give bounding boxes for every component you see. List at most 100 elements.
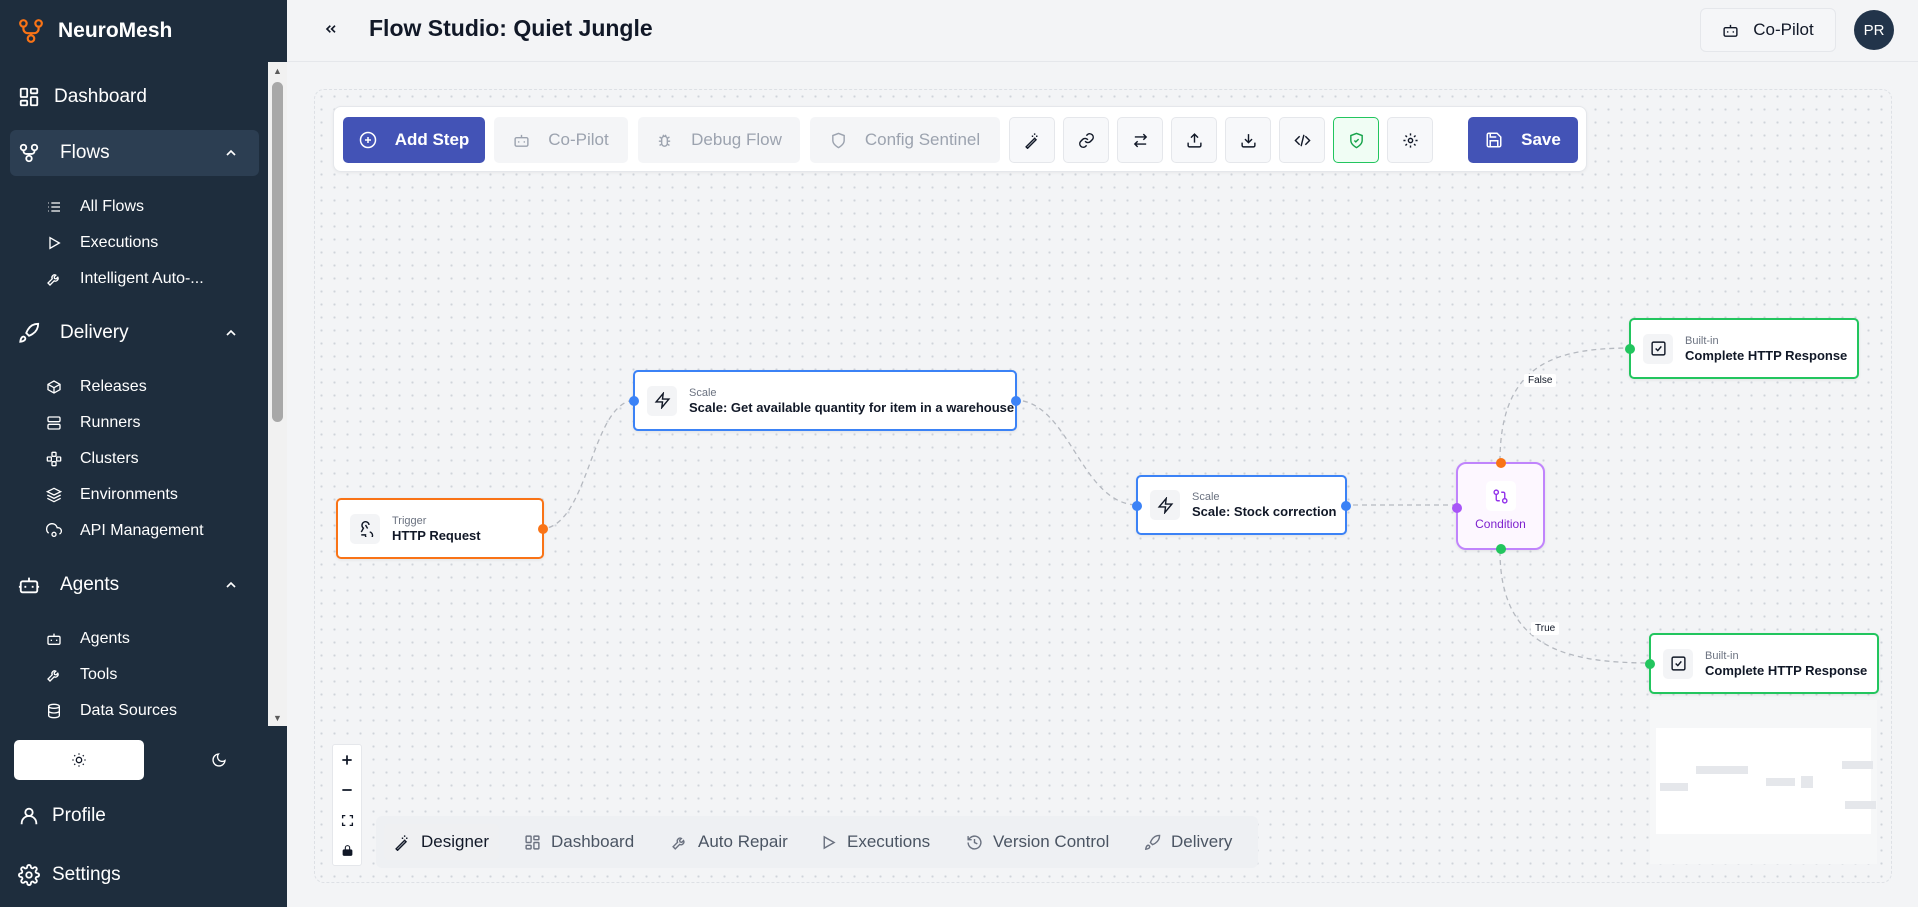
node-complete-http-response-false[interactable]: Built-in Complete HTTP Response [1625, 318, 1859, 379]
download-icon [1240, 132, 1257, 149]
edge-trigger-to-scale1 [539, 399, 637, 530]
edge-label-false: False [1524, 374, 1557, 387]
git-compare-icon [1485, 481, 1516, 511]
save-label: Save [1521, 130, 1561, 149]
minimap-viewport [1656, 728, 1876, 834]
add-step-label: Add Step [394, 130, 470, 149]
plus-circle-icon [359, 131, 377, 149]
rocket-icon [1144, 834, 1161, 851]
save-button[interactable]: Save [1468, 117, 1578, 163]
code-view-button[interactable] [1279, 117, 1325, 163]
edge-condition-false [1499, 347, 1634, 462]
wand-sparkles-icon [1024, 132, 1041, 149]
tab-label: Designer [421, 832, 490, 851]
gear-icon [1402, 132, 1419, 149]
webhook-icon [350, 513, 380, 544]
play-icon [820, 834, 837, 851]
magic-wand-button[interactable] [1009, 117, 1055, 163]
tab-auto-repair[interactable]: Auto Repair [661, 824, 798, 860]
tab-designer[interactable]: Designer [384, 824, 500, 860]
node-name: Condition [1475, 517, 1526, 531]
link-icon [1078, 132, 1095, 149]
tab-version-control[interactable]: Version Control [956, 824, 1119, 860]
output-port[interactable] [1341, 501, 1351, 511]
edge-scale1-to-scale2 [1013, 399, 1139, 506]
zap-icon [1150, 490, 1180, 520]
false-output-port[interactable] [1496, 458, 1506, 468]
check-square-icon [1643, 333, 1673, 364]
node-trigger-http-request[interactable]: Trigger HTTP Request [336, 498, 548, 559]
node-type: Built-in [1685, 334, 1719, 347]
minimap-node [1660, 783, 1688, 791]
tab-label: Delivery [1171, 832, 1233, 851]
minimap-node [1842, 761, 1873, 769]
copilot-label: Co-Pilot [548, 130, 609, 149]
minimap-node [1766, 778, 1795, 786]
edge-label-true: True [1531, 622, 1560, 635]
tab-delivery[interactable]: Delivery [1134, 824, 1242, 860]
debug-flow-button[interactable]: Debug Flow [638, 117, 800, 163]
layout-grid-icon [524, 834, 541, 851]
node-name: HTTP Request [392, 527, 481, 543]
tab-dashboard[interactable]: Dashboard [514, 824, 644, 860]
minimap[interactable] [1650, 700, 1877, 864]
fit-view-button[interactable] [333, 805, 361, 835]
zap-icon [647, 385, 677, 416]
node-type: Scale [1192, 491, 1220, 503]
output-port[interactable] [538, 524, 548, 534]
swap-button[interactable] [1117, 117, 1163, 163]
validate-button[interactable] [1333, 117, 1379, 163]
tab-label: Version Control [993, 832, 1110, 851]
input-port[interactable] [1645, 659, 1655, 669]
download-button[interactable] [1225, 117, 1271, 163]
node-scale-get-quantity[interactable]: Scale Scale: Get available quantity for … [629, 370, 1021, 431]
node-type: Built-in [1705, 649, 1739, 662]
tab-label: Executions [847, 832, 931, 851]
flow-toolbar: Add Step Co-Pilot Debug Flow Config Sent… [333, 106, 1587, 172]
shield-icon [830, 132, 847, 149]
upload-icon [1186, 132, 1203, 149]
save-icon [1485, 131, 1503, 149]
config-sentinel-label: Config Sentinel [864, 130, 981, 149]
lock-icon [341, 844, 354, 857]
node-complete-http-response-true[interactable]: Built-in Complete HTTP Response [1645, 633, 1879, 694]
zoom-controls [332, 744, 362, 866]
flow-settings-button[interactable] [1387, 117, 1433, 163]
add-step-button[interactable]: Add Step [343, 117, 485, 163]
plus-icon [340, 753, 354, 767]
node-scale-stock-correction[interactable]: Scale Scale: Stock correction [1132, 475, 1351, 535]
upload-button[interactable] [1171, 117, 1217, 163]
wand-sparkles-icon [394, 834, 411, 851]
bug-icon [656, 132, 673, 149]
input-port[interactable] [1132, 501, 1142, 511]
node-name: Complete HTTP Response [1705, 662, 1868, 678]
copilot-button[interactable]: Co-Pilot [494, 117, 628, 163]
minimap-node [1696, 766, 1748, 774]
tab-label: Dashboard [551, 832, 635, 851]
lock-button[interactable] [333, 835, 361, 865]
tab-executions[interactable]: Executions [810, 824, 940, 860]
node-type: Trigger [392, 514, 427, 527]
input-port[interactable] [1452, 503, 1462, 513]
history-icon [966, 834, 983, 851]
true-output-port[interactable] [1496, 544, 1506, 554]
arrows-swap-icon [1132, 132, 1149, 149]
edge-condition-true [1499, 550, 1653, 664]
node-name: Scale: Get available quantity for item i… [689, 399, 1015, 415]
config-sentinel-button[interactable]: Config Sentinel [810, 117, 1000, 163]
minimap-node [1845, 801, 1876, 809]
auto-connect-button[interactable] [1063, 117, 1109, 163]
node-condition[interactable]: Condition [1452, 458, 1545, 554]
node-name: Scale: Stock correction [1192, 504, 1337, 519]
input-port[interactable] [629, 396, 639, 406]
input-port[interactable] [1625, 344, 1635, 354]
bot-icon [513, 132, 530, 149]
output-port[interactable] [1011, 396, 1021, 406]
zoom-in-button[interactable] [333, 745, 361, 775]
code-icon [1293, 132, 1311, 149]
check-square-icon [1663, 648, 1693, 679]
debug-flow-label: Debug Flow [691, 130, 782, 149]
zoom-out-button[interactable] [333, 775, 361, 805]
minus-icon [340, 783, 354, 797]
tab-label: Auto Repair [698, 832, 788, 851]
